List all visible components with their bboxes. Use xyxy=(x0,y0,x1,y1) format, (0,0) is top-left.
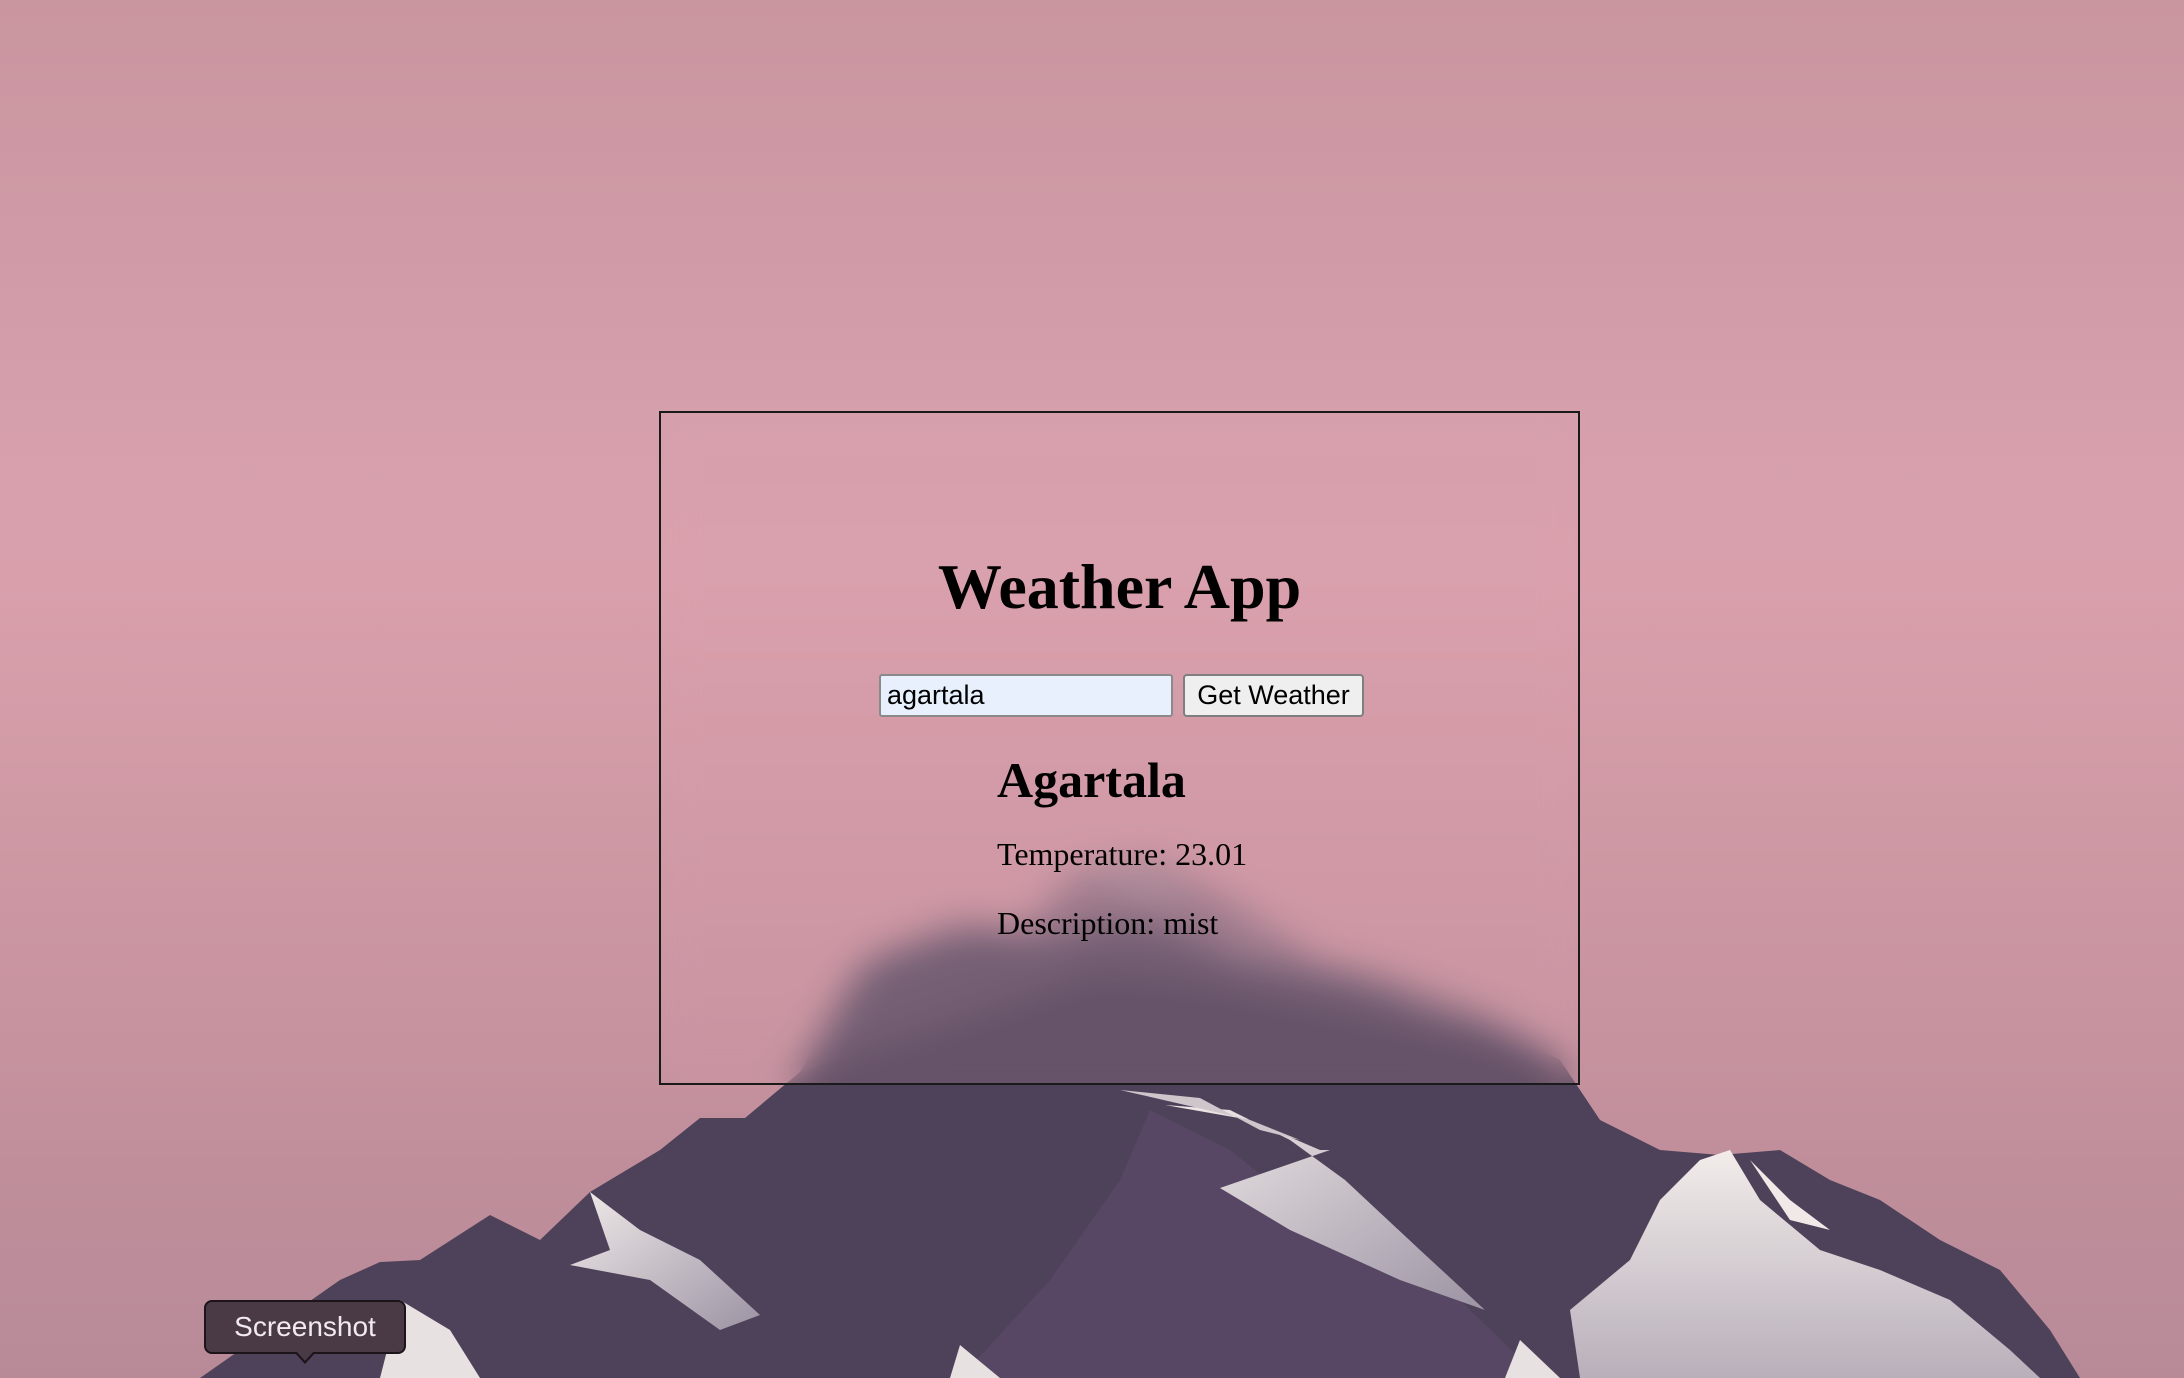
city-name: Agartala xyxy=(997,752,1186,808)
screenshot-tooltip: Screenshot xyxy=(204,1300,406,1354)
city-input[interactable] xyxy=(879,674,1173,717)
search-row: Get Weather xyxy=(879,674,1364,717)
description-text: Description: mist xyxy=(997,905,1219,941)
weather-card: Weather App Get Weather Agartala Tempera… xyxy=(659,411,1580,1085)
get-weather-button[interactable]: Get Weather xyxy=(1183,674,1364,717)
temperature-text: Temperature: 23.01 xyxy=(997,836,1248,872)
tooltip-arrow-fill xyxy=(296,1351,314,1361)
app-title: Weather App xyxy=(937,551,1302,622)
weather-result: Agartala Temperature: 23.01 Description:… xyxy=(997,752,1247,939)
